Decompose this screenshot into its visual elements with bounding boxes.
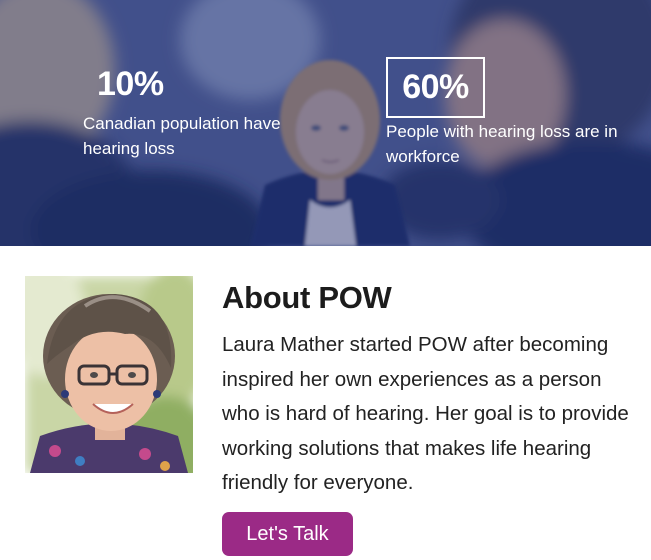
stat-value: 60% [386, 57, 485, 118]
about-title: About POW [222, 280, 392, 315]
stat-workforce: 60% People with hearing loss are in work… [386, 57, 636, 169]
lets-talk-button[interactable]: Let's Talk [222, 512, 353, 556]
stat-caption: People with hearing loss are in workforc… [386, 122, 618, 166]
stat-canadian-population: 10% Canadian population have hearing los… [83, 62, 313, 161]
stat-caption: Canadian population have hearing loss [83, 114, 281, 158]
founder-photo [25, 276, 193, 473]
hero-banner: 10% Canadian population have hearing los… [0, 0, 651, 246]
about-description: Laura Mather started POW after becoming … [222, 333, 629, 494]
stat-value: 10% [97, 65, 164, 103]
